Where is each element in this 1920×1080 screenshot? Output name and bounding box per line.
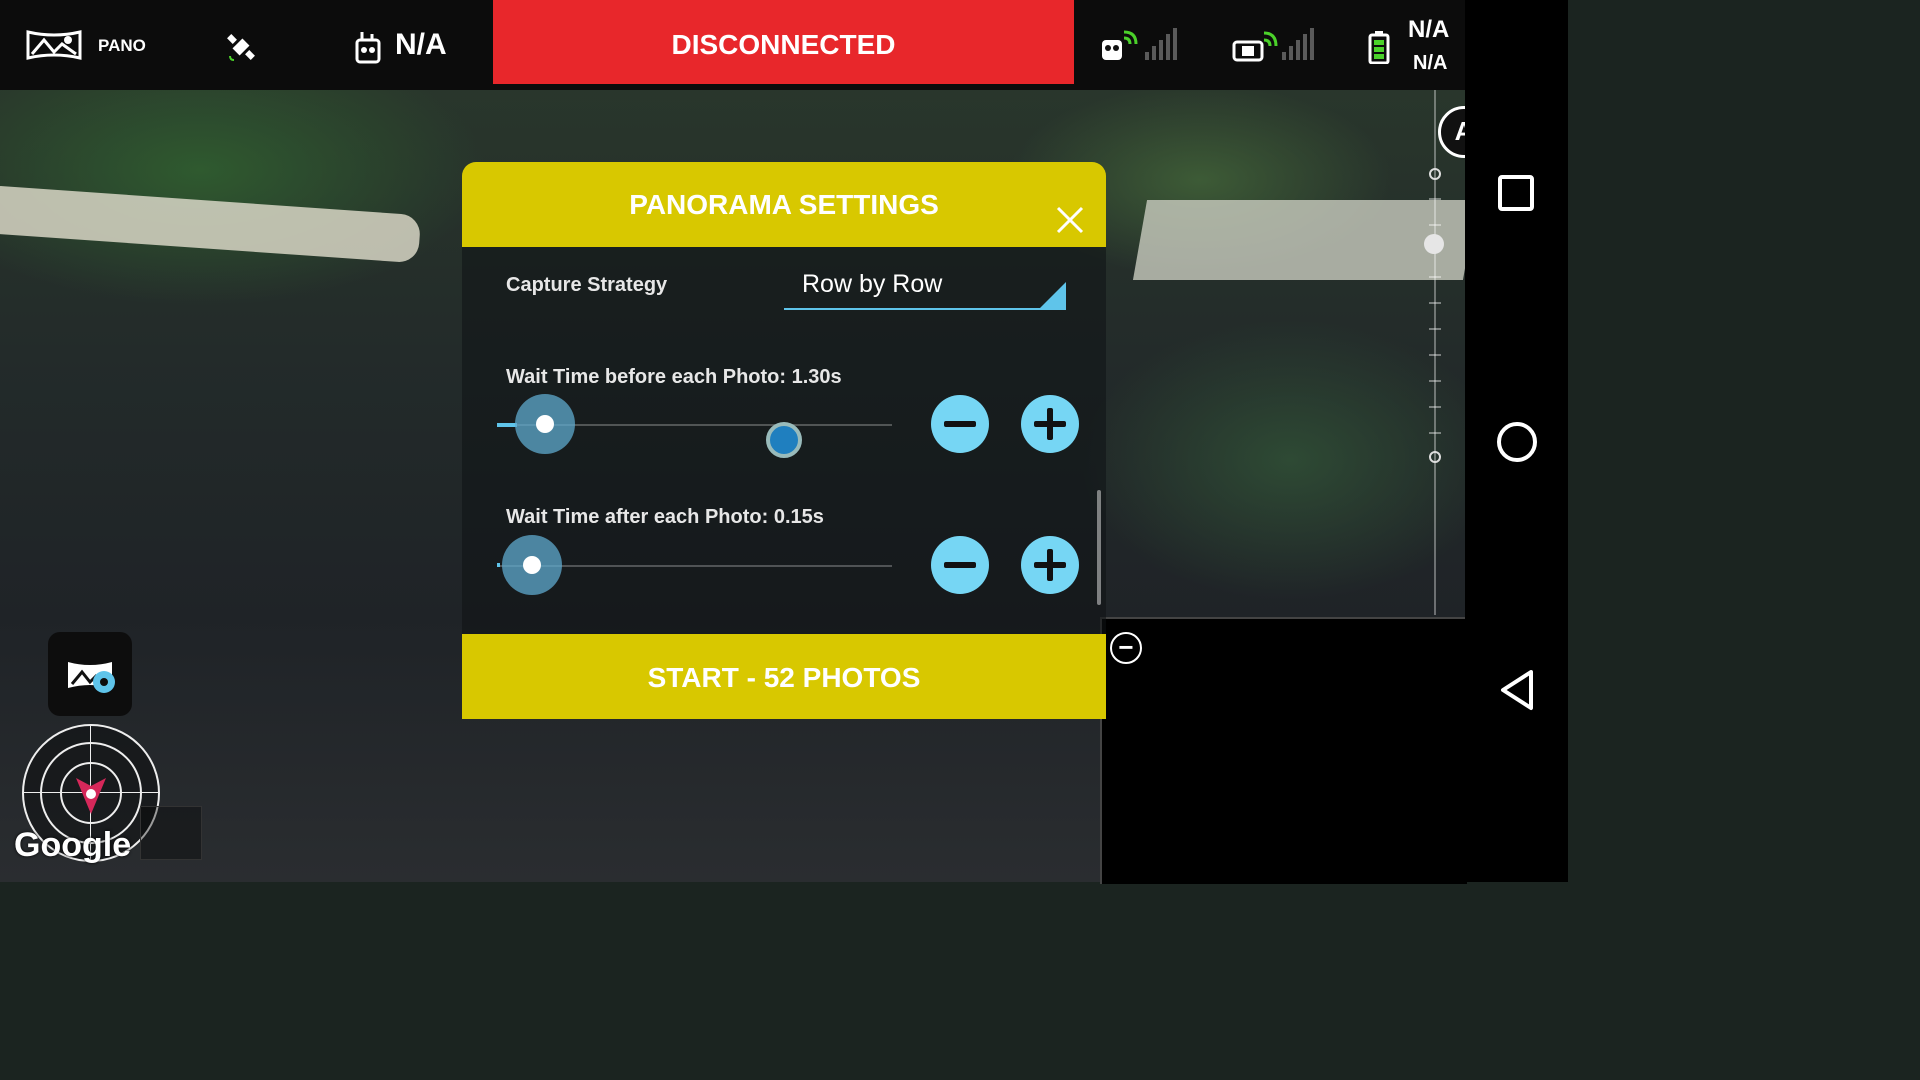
camera-preview-inset[interactable] — [1100, 617, 1467, 884]
wait-before-slider-fill — [497, 423, 517, 427]
panel-header: PANORAMA SETTINGS — [462, 162, 1106, 247]
map-terrain — [1132, 200, 1465, 280]
capture-strategy-dropdown[interactable]: Row by Row — [784, 262, 1066, 310]
capture-strategy-label: Capture Strategy — [506, 274, 668, 296]
back-nav-icon[interactable] — [1497, 668, 1537, 717]
panorama-icon[interactable] — [26, 28, 82, 67]
battery-icon — [1368, 30, 1390, 69]
google-attribution: Google — [14, 826, 132, 864]
system-nav-bar — [1465, 0, 1568, 882]
wait-before-label: Wait Time before each Photo: 1.30s — [506, 366, 842, 388]
panel-title: PANORAMA SETTINGS — [629, 189, 939, 220]
circle-nav-icon[interactable] — [1495, 420, 1539, 469]
ruler-tick — [1429, 380, 1441, 382]
satellite-icon — [224, 30, 258, 69]
battery-secondary-value: N/A — [1413, 52, 1448, 74]
drone-signal-icon — [1100, 30, 1140, 67]
ruler-bottom-dot — [1429, 451, 1441, 463]
wait-after-label: Wait Time after each Photo: 0.15s — [506, 506, 824, 528]
dropdown-arrow-icon — [1040, 282, 1066, 308]
panorama-settings-icon — [66, 656, 118, 701]
remote-value: N/A — [395, 28, 447, 61]
wait-after-slider-thumb[interactable] — [502, 535, 562, 595]
mode-label: PANO — [98, 36, 146, 55]
wait-before-default-marker — [766, 422, 802, 458]
minus-icon — [944, 421, 976, 427]
camera-signal-bars — [1282, 28, 1314, 60]
top-status-bar: PANO N/A DISCONNECTED N/A N/A — [0, 0, 1465, 90]
altitude-slider-knob[interactable] — [1424, 234, 1444, 254]
map-attribution-box — [140, 806, 202, 860]
panorama-settings-button[interactable] — [48, 632, 132, 716]
ruler-tick — [1429, 198, 1441, 200]
ruler-tick — [1429, 328, 1441, 330]
ruler-top-dot — [1429, 168, 1441, 180]
ruler-tick — [1429, 354, 1441, 356]
remote-controller-icon — [354, 30, 384, 69]
start-button[interactable]: START - 52 PHOTOS — [462, 634, 1106, 719]
connection-status-banner: DISCONNECTED — [493, 0, 1074, 84]
aircraft-heading-icon — [72, 772, 110, 821]
wait-before-slider-thumb[interactable] — [515, 394, 575, 454]
wait-before-plus-button[interactable] — [1021, 395, 1079, 453]
wait-after-plus-button[interactable] — [1021, 536, 1079, 594]
ruler-tick — [1429, 406, 1441, 408]
drone-signal-bars — [1145, 28, 1177, 60]
wait-after-slider-fill — [497, 563, 500, 567]
ruler-tick — [1429, 224, 1441, 226]
wait-before-minus-button[interactable] — [931, 395, 989, 453]
square-nav-icon[interactable] — [1497, 174, 1535, 217]
ruler-tick — [1429, 302, 1441, 304]
capture-strategy-value: Row by Row — [802, 270, 943, 298]
camera-signal-icon — [1232, 30, 1278, 67]
minimize-inset-button[interactable]: − — [1110, 632, 1142, 664]
panel-scrollbar[interactable] — [1097, 490, 1101, 605]
battery-primary-value: N/A — [1408, 16, 1450, 43]
map-terrain — [0, 184, 422, 264]
minus-icon — [944, 562, 976, 568]
close-icon[interactable] — [1052, 186, 1088, 234]
ruler-tick — [1429, 276, 1441, 278]
wait-after-minus-button[interactable] — [931, 536, 989, 594]
ruler-tick — [1429, 432, 1441, 434]
